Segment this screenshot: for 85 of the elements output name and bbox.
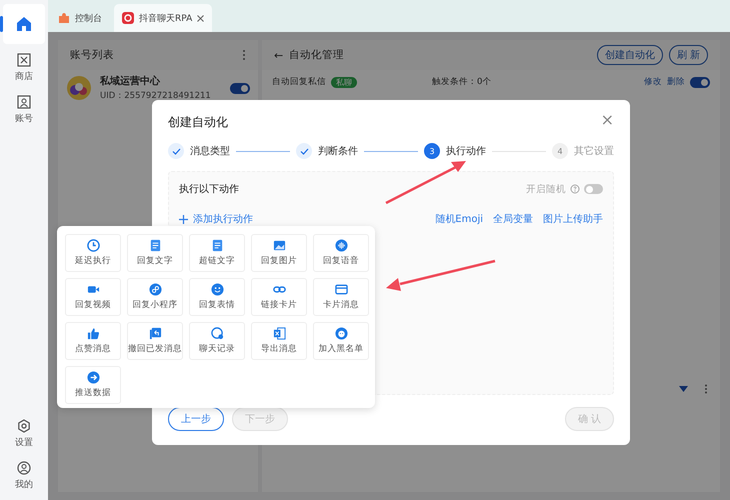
sidebar-label: 账号 bbox=[15, 112, 33, 125]
avatar-icon bbox=[66, 75, 92, 101]
tab[interactable]: 抖音聊天RPA bbox=[114, 4, 212, 32]
back-arrow[interactable]: ← bbox=[274, 48, 284, 62]
account-uid: UID：2557927218491211 bbox=[100, 90, 212, 102]
action-option[interactable]: 聊天记录 bbox=[189, 322, 245, 360]
header-button[interactable]: 刷 新 bbox=[668, 45, 708, 65]
face-badge-icon bbox=[334, 327, 348, 340]
sidebar-label: 我的 bbox=[15, 478, 33, 491]
user-icon bbox=[17, 461, 31, 475]
add-action-link[interactable]: 添加执行动作 bbox=[179, 212, 253, 226]
action-option[interactable]: 推送数据 bbox=[65, 366, 121, 404]
action-option[interactable]: 回复小程序 bbox=[127, 278, 183, 316]
document-icon bbox=[148, 239, 162, 252]
chat-icon bbox=[210, 327, 224, 340]
action-option[interactable]: 卡片消息 bbox=[313, 278, 369, 316]
sidebar-item[interactable]: 商店 bbox=[3, 50, 45, 86]
tab[interactable]: 控制台 bbox=[50, 4, 110, 32]
action-option[interactable]: 回复文字 bbox=[127, 234, 183, 272]
sidebar-item[interactable] bbox=[3, 4, 45, 44]
app-icon bbox=[122, 12, 134, 24]
person-card-icon bbox=[17, 95, 31, 109]
trigger-text: 触发条件：0个 bbox=[432, 76, 492, 88]
sidebar-label: 设置 bbox=[15, 436, 33, 449]
close-icon[interactable]: × bbox=[600, 114, 614, 131]
action-option[interactable]: 点赞消息 bbox=[65, 322, 121, 360]
action-option[interactable]: 回复图片 bbox=[251, 234, 307, 272]
action-option[interactable]: 超链文字 bbox=[189, 234, 245, 272]
panel-title: 自动化管理 bbox=[289, 48, 346, 62]
toggle-switch[interactable] bbox=[690, 76, 710, 88]
action-option[interactable]: 链接卡片 bbox=[251, 278, 307, 316]
card-icon bbox=[334, 283, 348, 296]
action-option[interactable]: 回复视频 bbox=[65, 278, 121, 316]
action-option[interactable]: 延迟执行 bbox=[65, 234, 121, 272]
waveform-icon bbox=[334, 239, 348, 252]
store-icon bbox=[17, 53, 31, 67]
home-icon bbox=[16, 16, 32, 32]
caret-icon[interactable] bbox=[679, 386, 688, 392]
rule-name: 自动回复私信 bbox=[272, 76, 326, 88]
spreadsheet-icon bbox=[272, 327, 286, 340]
helper-link[interactable]: 随机Emoji bbox=[435, 212, 483, 226]
arrow-badge-icon bbox=[86, 371, 100, 384]
tag: 私聊 bbox=[331, 76, 357, 88]
thumbs-up-icon bbox=[86, 327, 100, 340]
rule-link[interactable]: 修改 bbox=[644, 76, 662, 88]
action-option[interactable]: 加入黑名单 bbox=[313, 322, 369, 360]
sidebar-item[interactable]: 设置 bbox=[3, 416, 45, 452]
plus-icon bbox=[179, 214, 188, 224]
close-icon[interactable] bbox=[197, 14, 204, 22]
puzzle-icon bbox=[58, 12, 70, 24]
help-icon bbox=[570, 184, 580, 194]
helper-link[interactable]: 全局变量 bbox=[493, 212, 533, 226]
smiley-icon bbox=[210, 283, 224, 296]
toggle-switch[interactable] bbox=[230, 82, 250, 94]
account-name: 私域运营中心 bbox=[100, 74, 161, 88]
clock-icon bbox=[86, 239, 100, 252]
link-badge-icon bbox=[148, 283, 162, 296]
more-icon[interactable] bbox=[242, 49, 246, 61]
step-label: 判断条件 bbox=[318, 144, 358, 158]
rule-link[interactable]: 删除 bbox=[667, 76, 685, 88]
sidebar-item[interactable]: 我的 bbox=[3, 458, 45, 494]
step-label: 其它设置 bbox=[574, 144, 614, 158]
sidebar-item[interactable]: 账号 bbox=[3, 92, 45, 128]
dialog-title: 创建自动化 bbox=[168, 114, 228, 131]
action-option[interactable]: 回复语音 bbox=[313, 234, 369, 272]
header-button[interactable]: 创建自动化 bbox=[596, 45, 663, 65]
section-title: 执行以下动作 bbox=[179, 182, 240, 196]
action-option[interactable]: 撤回已发消息 bbox=[127, 322, 183, 360]
random-label: 开启随机 bbox=[526, 182, 566, 196]
panel-title: 账号列表 bbox=[70, 48, 114, 62]
undo-icon bbox=[148, 327, 162, 340]
more-icon[interactable] bbox=[704, 384, 708, 394]
step-indicator: 3 bbox=[424, 143, 440, 159]
settings-icon bbox=[17, 419, 31, 433]
sidebar-label: 商店 bbox=[15, 70, 33, 83]
action-option[interactable]: 导出消息 bbox=[251, 322, 307, 360]
helper-link[interactable]: 图片上传助手 bbox=[543, 212, 603, 226]
step-indicator: 4 bbox=[552, 143, 568, 159]
toggle-switch[interactable] bbox=[584, 184, 603, 194]
action-option[interactable]: 回复表情 bbox=[189, 278, 245, 316]
image-icon bbox=[272, 239, 286, 252]
step-label: 执行动作 bbox=[446, 144, 486, 158]
step-label: 消息类型 bbox=[190, 144, 230, 158]
step-button[interactable]: 上一步 bbox=[168, 407, 224, 431]
document-icon bbox=[210, 239, 224, 252]
